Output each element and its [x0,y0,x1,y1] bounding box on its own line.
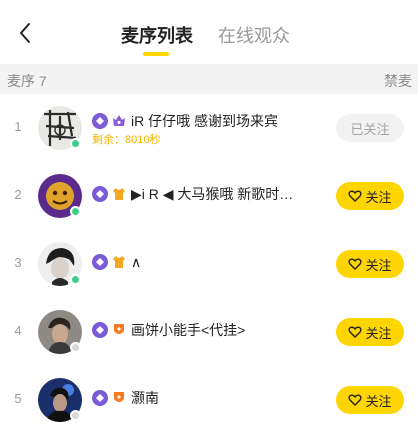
user-nickname: 灏南 [131,390,159,406]
user-nickname: ▶i R ◀ 大马猴哦 新歌时… [131,186,294,202]
queue-count-label: 麦序 7 [7,73,47,89]
crown-badge-icon [111,113,127,129]
heart-plus-icon [348,394,363,406]
list-item[interactable]: 1 iR 仔仔哦 感谢到场来宾 剩余：8010秒 已关注 [0,94,418,162]
user-badges: 画饼小能手<代挂> [92,321,245,339]
remaining-time: 剩余：8010秒 [92,134,161,146]
row-index: 4 [14,323,22,338]
tab-mic-queue[interactable]: 麦序列表 [121,25,193,47]
online-status-dot [70,274,81,285]
user-badges: iR 仔仔哦 感谢到场来宾 [92,112,278,130]
online-status-dot [70,206,81,217]
follow-label: 关注 [365,325,392,341]
heart-plus-icon [348,258,363,270]
shirt-badge-icon [111,186,127,202]
follow-label: 关注 [365,257,392,273]
tab-online-audience[interactable]: 在线观众 [218,25,290,47]
heart-plus-icon [348,190,363,202]
user-nickname: ∧ [131,254,142,270]
user-badges: 灏南 [92,389,159,407]
shirt-badge-icon [111,254,127,270]
follow-button[interactable]: 关注 [336,250,404,278]
back-icon[interactable] [14,20,36,46]
medal-badge-icon [111,390,127,406]
level-badge-icon [92,254,108,270]
header: 麦序列表 在线观众 [0,0,418,64]
row-index: 1 [14,119,22,134]
user-nickname: 画饼小能手<代挂> [131,322,246,338]
follow-label: 关注 [365,189,392,205]
list-item[interactable]: 2 ▶i R ◀ 大马猴哦 新歌时… 关注 [0,162,418,230]
offline-status-dot [70,342,81,353]
user-badges: ▶i R ◀ 大马猴哦 新歌时… [92,185,293,203]
user-badges: ∧ [92,253,141,271]
list-item[interactable]: 3 ∧ 关注 [0,230,418,298]
level-badge-icon [92,390,108,406]
level-badge-icon [92,186,108,202]
row-index: 5 [14,391,22,406]
level-badge-icon [92,113,108,129]
tab-active-indicator [143,52,169,56]
queue-subbar: 麦序 7 禁麦 [0,64,418,94]
offline-status-dot [70,410,81,421]
row-index: 2 [14,187,22,202]
follow-button[interactable]: 关注 [336,386,404,414]
online-status-dot [70,138,81,149]
mute-mic-button[interactable]: 禁麦 [384,71,412,91]
follow-button[interactable]: 关注 [336,182,404,210]
medal-badge-icon [111,322,127,338]
level-badge-icon [92,322,108,338]
follow-button[interactable]: 关注 [336,318,404,346]
list-item[interactable]: 5 灏南 关注 [0,366,418,424]
list-item[interactable]: 4 画饼小能手<代挂> 关注 [0,298,418,366]
follow-label: 关注 [365,393,392,409]
user-nickname: iR 仔仔哦 感谢到场来宾 [131,113,278,129]
followed-button[interactable]: 已关注 [336,114,404,142]
row-index: 3 [14,255,22,270]
heart-plus-icon [348,326,363,338]
